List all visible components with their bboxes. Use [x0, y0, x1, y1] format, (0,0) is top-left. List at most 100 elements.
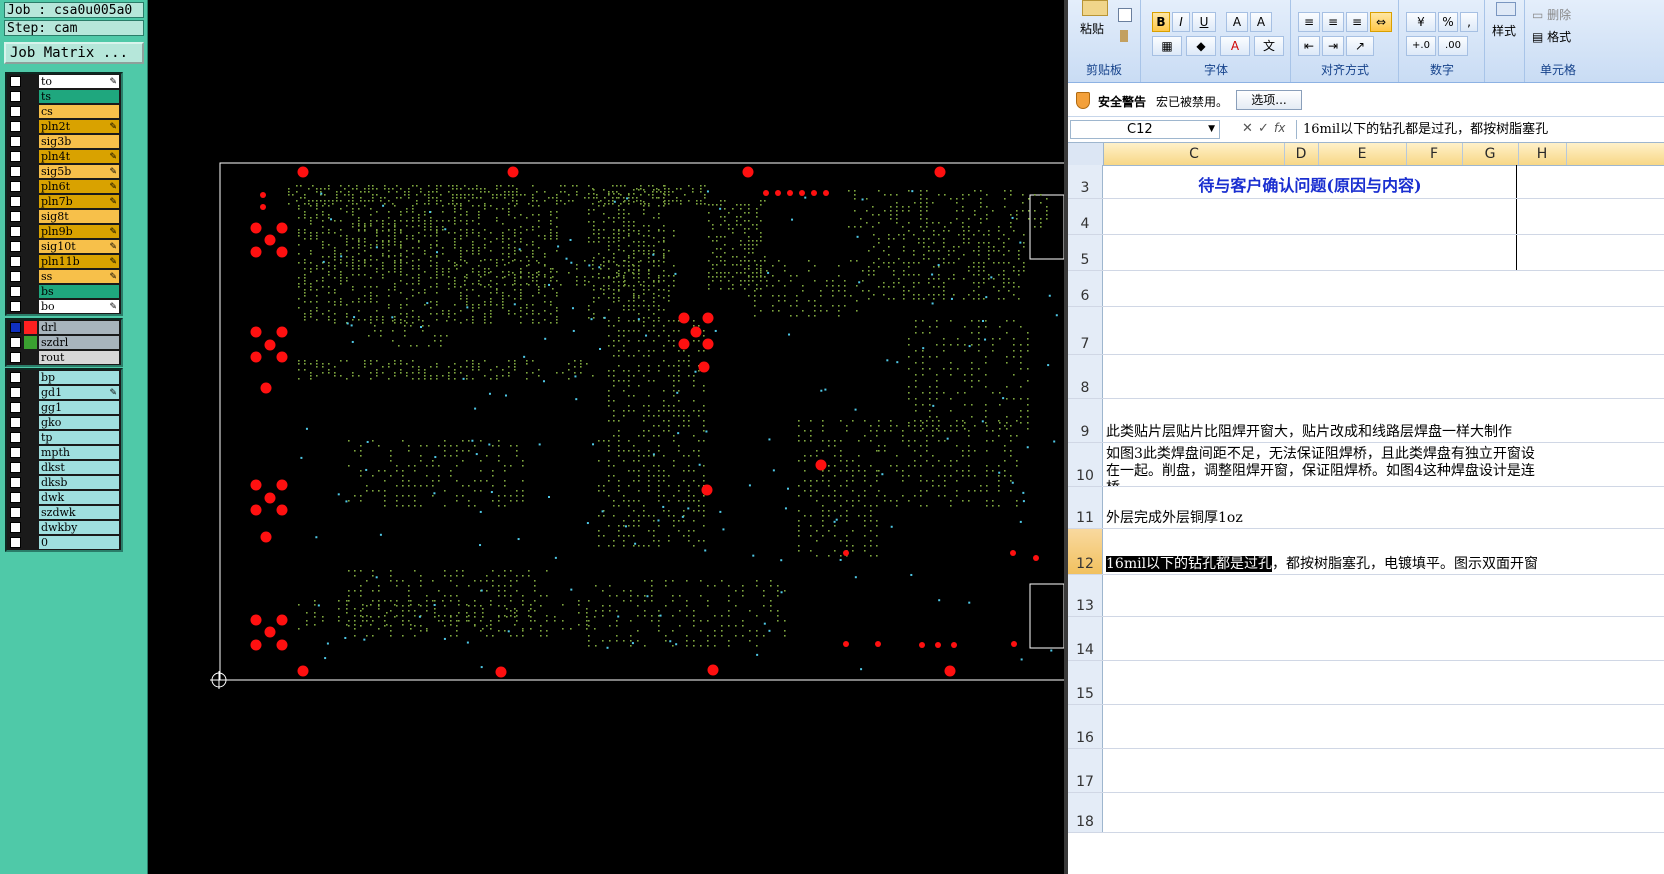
row-header[interactable]: 4: [1068, 199, 1103, 234]
layer-checkbox[interactable]: [10, 402, 21, 413]
layer-checkbox[interactable]: [10, 196, 21, 207]
layer-name[interactable]: dksb: [39, 476, 119, 489]
column-header[interactable]: C: [1104, 143, 1285, 165]
layer-name[interactable]: pln2t ✎: [39, 120, 119, 133]
styles-icon[interactable]: [1496, 2, 1516, 16]
orientation-icon[interactable]: ↗: [1346, 36, 1374, 56]
layer-checkbox[interactable]: [10, 211, 21, 222]
layer-name[interactable]: drl: [39, 321, 119, 334]
layer-name[interactable]: sig5b ✎: [39, 165, 119, 178]
layer-row[interactable]: gd1 ✎: [7, 385, 121, 400]
layer-checkbox[interactable]: [10, 372, 21, 383]
layer-row[interactable]: pln7b ✎: [7, 194, 121, 209]
layer-row[interactable]: rout: [7, 350, 121, 365]
layer-name[interactable]: sig3b: [39, 135, 119, 148]
layer-name[interactable]: szdwk: [39, 506, 119, 519]
decrease-indent-icon[interactable]: ⇤: [1298, 36, 1320, 56]
comma-icon[interactable]: ,: [1460, 12, 1478, 32]
layer-name[interactable]: bs: [39, 285, 119, 298]
layer-checkbox[interactable]: [10, 417, 21, 428]
sheet-title-cell[interactable]: 待与客户确认问题(原因与内容): [1104, 172, 1516, 196]
cell-text-line[interactable]: 桥: [1106, 477, 1120, 486]
layer-row[interactable]: mpth: [7, 445, 121, 460]
layer-name[interactable]: dkst: [39, 461, 119, 474]
layer-checkbox[interactable]: [10, 241, 21, 252]
shrink-font-icon[interactable]: A: [1250, 12, 1272, 32]
italic-button[interactable]: I: [1172, 12, 1190, 32]
row-header[interactable]: 7: [1068, 307, 1103, 354]
layer-row[interactable]: pln9b ✎: [7, 224, 121, 239]
copy-icon[interactable]: [1118, 8, 1132, 22]
layer-row[interactable]: dwkby: [7, 520, 121, 535]
layer-name[interactable]: to ✎: [39, 75, 119, 88]
layer-checkbox[interactable]: [10, 462, 21, 473]
layer-checkbox[interactable]: [10, 507, 21, 518]
font-color-icon[interactable]: A: [1220, 36, 1250, 56]
column-header[interactable]: H: [1518, 143, 1567, 165]
row-header[interactable]: 14: [1068, 617, 1103, 660]
merge-center-icon[interactable]: ⇔: [1370, 12, 1392, 32]
cell-text-line[interactable]: 在一起。削盘，调整阻焊开窗，保证阻焊桥。如图4这种焊盘设计是连: [1106, 460, 1535, 480]
layer-indicator-icon[interactable]: [24, 336, 37, 349]
layer-checkbox[interactable]: [10, 136, 21, 147]
row-header[interactable]: 17: [1068, 749, 1103, 792]
layer-row[interactable]: drl: [7, 320, 121, 335]
layer-row[interactable]: pln4t ✎: [7, 149, 121, 164]
layer-checkbox[interactable]: [10, 352, 21, 363]
layer-row[interactable]: bo ✎: [7, 299, 121, 314]
layer-indicator-icon[interactable]: [24, 321, 37, 334]
row-header[interactable]: 13: [1068, 575, 1103, 616]
layer-row[interactable]: dkst: [7, 460, 121, 475]
layer-row[interactable]: gko: [7, 415, 121, 430]
bold-button[interactable]: B: [1152, 12, 1170, 32]
confirm-icon[interactable]: ✓: [1258, 121, 1269, 136]
table-row[interactable]: 13: [1068, 575, 1664, 617]
layer-row[interactable]: gg1: [7, 400, 121, 415]
selected-cell-text[interactable]: 16mil以下的钻孔都是过孔，都按树脂塞孔，电镀填平。图示双面开窗: [1106, 553, 1538, 573]
table-row[interactable]: 18: [1068, 793, 1664, 833]
formula-input[interactable]: 16mil以下的钻孔都是过孔，都按树脂塞孔: [1296, 120, 1664, 139]
row-header[interactable]: 18: [1068, 793, 1103, 832]
layer-row[interactable]: pln11b ✎: [7, 254, 121, 269]
layer-name[interactable]: pln6t ✎: [39, 180, 119, 193]
layer-checkbox[interactable]: [10, 226, 21, 237]
layer-row[interactable]: sig10t ✎: [7, 239, 121, 254]
layer-row[interactable]: bs: [7, 284, 121, 299]
layer-checkbox[interactable]: [10, 447, 21, 458]
increase-decimal-icon[interactable]: +.0: [1406, 36, 1436, 56]
layer-row[interactable]: pln2t ✎: [7, 119, 121, 134]
layer-row[interactable]: szdrl: [7, 335, 121, 350]
table-row[interactable]: 15: [1068, 661, 1664, 705]
layer-name[interactable]: sig8t: [39, 210, 119, 223]
table-row[interactable]: 12 16mil以下的钻孔都是过孔，都按树脂塞孔，电镀填平。图示双面开窗: [1068, 529, 1664, 575]
format-button[interactable]: ▤ 格式: [1532, 28, 1571, 45]
table-row[interactable]: 4: [1068, 199, 1664, 235]
table-row[interactable]: 8: [1068, 355, 1664, 399]
layer-checkbox[interactable]: [10, 181, 21, 192]
layer-checkbox[interactable]: [10, 492, 21, 503]
table-row[interactable]: 6: [1068, 271, 1664, 307]
currency-icon[interactable]: ¥: [1406, 12, 1436, 32]
phonetic-icon[interactable]: 文: [1254, 36, 1284, 56]
layer-checkbox[interactable]: [10, 322, 21, 333]
layer-name[interactable]: dwk: [39, 491, 119, 504]
layer-row[interactable]: dksb: [7, 475, 121, 490]
layer-checkbox[interactable]: [10, 106, 21, 117]
layer-name[interactable]: pln4t ✎: [39, 150, 119, 163]
select-all-corner[interactable]: [1068, 143, 1104, 165]
column-header[interactable]: E: [1318, 143, 1407, 165]
layer-checkbox[interactable]: [10, 477, 21, 488]
layer-name[interactable]: mpth: [39, 446, 119, 459]
paste-button[interactable]: 粘贴: [1080, 20, 1104, 37]
table-row[interactable]: 17: [1068, 749, 1664, 793]
cancel-icon[interactable]: ✕: [1242, 121, 1253, 136]
layer-row[interactable]: ts: [7, 89, 121, 104]
insert-function-icon[interactable]: fx: [1274, 121, 1285, 135]
delete-button[interactable]: ▭ 删除: [1532, 6, 1571, 23]
layer-name[interactable]: rout: [39, 351, 119, 364]
row-header[interactable]: 10: [1068, 443, 1103, 486]
row-header[interactable]: 8: [1068, 355, 1103, 398]
cell-text[interactable]: 此类贴片层贴片比阻焊开窗大，贴片改成和线路层焊盘一样大制作: [1106, 421, 1512, 441]
layer-checkbox[interactable]: [10, 121, 21, 132]
layer-name[interactable]: tp: [39, 431, 119, 444]
